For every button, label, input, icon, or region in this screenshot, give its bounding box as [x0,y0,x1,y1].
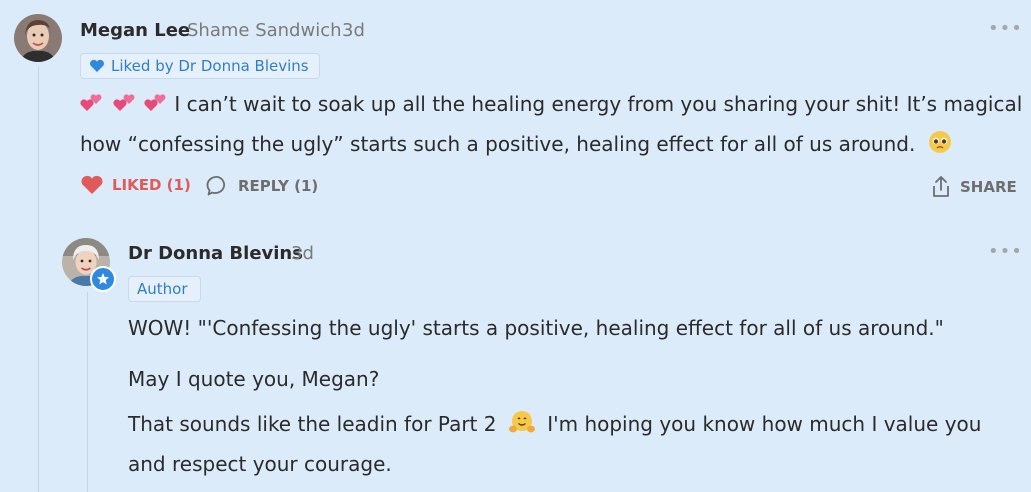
author-badge: Author [128,276,201,302]
share-icon [933,176,949,197]
reply-paragraph-1: WOW! "'Confessing the ugly' starts a pos… [128,316,944,340]
reply-button[interactable]: REPLY (1) [206,175,318,197]
author-badge-label: Author [137,280,188,298]
like-button-label: LIKED (1) [112,176,191,194]
reply-thread-line [87,292,88,492]
two-hearts-emoji [80,89,168,126]
comment-text-line2: how “confessing the ugly” starts such a … [80,132,916,156]
reply-paragraph-3: That sounds like the leadin for Part 2 I… [128,406,1018,483]
thread-line [38,66,39,492]
star-icon [90,266,116,292]
hugging-face-emoji [508,409,535,446]
avatar-megan-lee[interactable] [14,14,62,62]
comment-text: I can’t wait to soak up all the healing … [80,86,1023,166]
comment-publication[interactable]: Shame Sandwich [187,20,342,41]
reply-button-label: REPLY (1) [238,177,319,195]
comment-timestamp[interactable]: 3d [342,20,365,41]
more-icon[interactable]: ••• [988,241,1023,262]
more-icon[interactable]: ••• [988,18,1023,39]
reply-paragraph-3-line2: and respect your courage. [128,452,392,476]
comment-icon [206,176,226,196]
share-button-label: SHARE [960,178,1017,196]
like-button[interactable]: LIKED (1) [80,175,191,195]
reply-paragraph-3-line1b: I'm hoping you know how much I value you [547,412,982,436]
comment-author-name[interactable]: Megan Lee [80,20,190,41]
share-button[interactable]: SHARE [930,175,1017,199]
reply-timestamp[interactable]: 3d [291,243,314,264]
heart-icon [81,175,103,194]
liked-by-badge: Liked by Dr Donna Blevins [80,53,320,79]
comment-text-line1: I can’t wait to soak up all the healing … [174,92,1023,116]
heart-icon [90,59,104,72]
liked-by-text: Liked by Dr Donna Blevins [111,57,309,75]
reply-paragraph-3-line1: That sounds like the leadin for Part 2 [128,412,497,436]
pleading-face-emoji [928,129,952,166]
reply-author-name[interactable]: Dr Donna Blevins [128,243,303,264]
reply-paragraph-2: May I quote you, Megan? [128,367,380,391]
